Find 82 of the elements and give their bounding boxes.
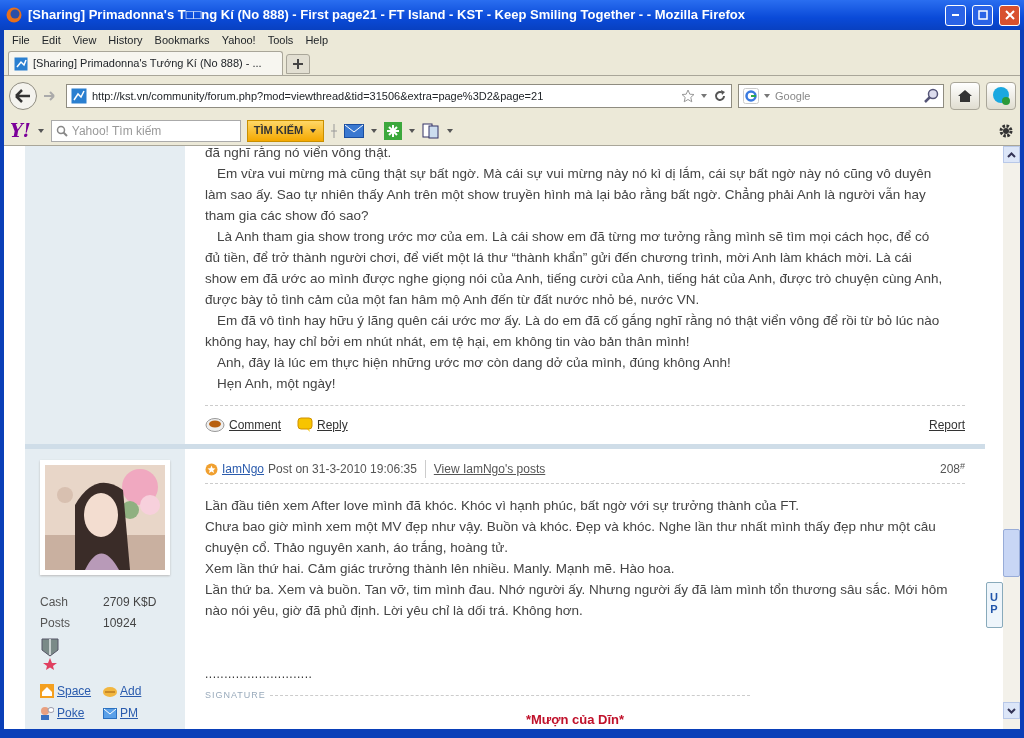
paragraph: Lần đầu tiên xem After love mình đã khóc. Khóc vì hạnh phúc, bất ngờ với sự trưởng thành của FT. [205, 497, 799, 515]
report-link[interactable]: Report [928, 416, 965, 434]
maximize-icon [977, 10, 988, 20]
profile-link[interactable]: Add [103, 682, 170, 700]
minimize-button[interactable] [945, 4, 966, 26]
paragraph: Anh, đây là lúc em thực hiện những ước mơ còn dang dở của mình, đúng không Anh! [216, 354, 731, 372]
menu-item[interactable]: Tools [263, 31, 302, 49]
stat-label: Posts [40, 615, 71, 632]
reply-link[interactable]: Reply [297, 416, 348, 434]
signature-text: *Mượn của Dĩn* [524, 710, 626, 729]
profile-link[interactable]: Poke [40, 704, 103, 722]
document-icon[interactable] [422, 121, 441, 140]
mail-icon[interactable] [344, 122, 365, 139]
reload-icon[interactable] [713, 89, 727, 103]
paragraph: Em đã vô tình hay hữu ý lãng quên cái ước mơ ấy. Là do em đã cố gắng nghĩ rằng nó thật viển vông để rồi từ bỏ lúc nào không hay, hay chỉ bởi em nhút nhát, em tệ hại, em không tin vào bản thân mình! [205, 312, 940, 351]
envelope-icon [103, 706, 117, 720]
paragraph: Em vừa vui mừng mà cũng thật sự bất ngờ. Mà cái sự vui mừng này nó kì dị lắm, cái sự bất ngờ này nó cũng vô duyên làm sao ấy. Sao tự nhiên thấy Anh trên một show truyền hình mà lại bảo rằng bất ngờ. Chẳng phải Anh là người vẫn hay tham gia các show đó sao? [205, 165, 932, 225]
home-button[interactable] [950, 82, 980, 110]
plus-icon [293, 59, 303, 69]
stat-value: 10924 [103, 615, 138, 632]
speech-bubble-icon [297, 417, 313, 433]
search-icon[interactable] [923, 88, 939, 104]
person-icon [40, 706, 54, 720]
comment-link[interactable]: Comment [205, 416, 281, 434]
dropdown-icon[interactable] [36, 126, 45, 135]
search-field[interactable]: Google [738, 84, 944, 108]
paragraph: Chưa bao giờ mình xem một MV đẹp như vậy. Buồn và khóc. Đẹp và khóc. Nghe lần thư nhất mình thấy đẹp như một câu chuyện cổ. Thảo nguyên xanh, áo trắng, hoàng tử. [205, 518, 936, 557]
view-posts-link[interactable]: View IamNgo's posts [424, 460, 546, 478]
star-icon[interactable] [681, 89, 695, 103]
close-button[interactable] [999, 4, 1020, 26]
profile-link[interactable]: Space [40, 682, 103, 700]
vertical-scrollbar[interactable] [1003, 146, 1020, 729]
scroll-up-button[interactable]: UP [985, 582, 1003, 628]
grip-icon [330, 122, 339, 139]
dropdown-icon[interactable] [446, 126, 455, 135]
settings-icon[interactable] [998, 122, 1014, 139]
search-button[interactable]: TÌM KIẾM [246, 119, 325, 142]
window-title: [Sharing] Primadonna's T□□ng Kí (No 888) - First page21 - FT Island - KST - Keep Smiling Together - - Mozilla Firefox [28, 6, 746, 25]
house-icon [40, 684, 54, 698]
menu-item[interactable]: Edit [37, 31, 69, 49]
dropdown-icon[interactable] [408, 126, 417, 135]
paragraph: Là Anh tham gia show trong ước mơ của em. Là cái show em đã từng mơ tưởng rằng mình sẽ tìm mọi cách học, để có đủ tiền, để trở thành người chơi, để viết một lá thư “thành khẩn” gửi đến chương trình, mời Anh làm khách mời. Là cái show em đã ước ao mình được nghe giọng nói của Anh, tiếng cười của Anh, tiếng hát của Anh, được trò chuyện cùng Anh, được bày tỏ tình cảm của một fan hâm mộ Anh đến từ đất nước nhỏ bé, nước VN. [205, 228, 943, 309]
minimize-icon [952, 14, 959, 16]
page-icon [14, 56, 28, 71]
stat-label: Cash [40, 594, 69, 611]
menu-item[interactable]: History [104, 31, 151, 49]
author-link[interactable]: IamNgo [222, 460, 265, 478]
dropdown-icon[interactable] [700, 92, 708, 100]
menu-item[interactable]: Help [301, 31, 336, 49]
home-icon [957, 88, 973, 104]
page-icon [71, 88, 87, 104]
dropdown-icon[interactable] [370, 126, 379, 135]
new-tab-button[interactable] [286, 54, 310, 74]
star-badge-icon [205, 462, 218, 476]
paragraph: Xem lần thứ hai. Cảm giác trưởng thành lên nhiều. Manly. Mạnh mẽ. Hào hoa. [205, 560, 675, 578]
bowl-icon [205, 417, 225, 433]
browser-tab[interactable]: [Sharing] Primadonna's Tướng Kí (No 888) - ... [8, 51, 283, 75]
chevron-down-icon [1007, 707, 1016, 714]
menu-item[interactable]: Yahoo! [217, 31, 264, 49]
dotted-line-text: ............................ [205, 666, 314, 683]
address-field[interactable]: http://kst.vn/community/forum.php?mod=viewthread&tid=31506&extra=page%3D2&page=21 [66, 84, 732, 108]
menu-item[interactable]: Bookmarks [150, 31, 218, 49]
chevron-up-icon [1007, 151, 1016, 158]
dropdown-icon [309, 126, 318, 135]
stat-value: 2709 K$D [103, 594, 158, 611]
asterisk-icon[interactable] [384, 121, 403, 140]
close-icon [1004, 10, 1015, 20]
post-number: 208$^{#}$ [939, 460, 965, 478]
scrollbar-thumb[interactable] [1003, 529, 1020, 577]
menu-item[interactable]: View [68, 31, 105, 49]
paragraph: đã nghĩ rằng nó viển vông thật. [205, 146, 392, 162]
signature-label: SIGNATURE [205, 689, 266, 702]
maximize-button[interactable] [972, 4, 993, 26]
menu-item[interactable]: File [8, 31, 38, 49]
paragraph: Hẹn Anh, một ngày! [216, 375, 336, 393]
medal-icon [40, 638, 60, 670]
paragraph: Lần thứ ba. Xem và buồn. Tan vỡ, tim mình đau. Nhớ người ấy. Nhưng người ấy đã làm mình tổn thương sâu sắc. Mới hôm nào nói yêu, giờ đã phủ định. Lời yêu chỉ là dối trá. Không hơn. [205, 581, 948, 620]
dropdown-icon [763, 92, 771, 100]
post-date: Post on 31-3-2010 19:06:35 [268, 461, 417, 478]
search-icon [55, 124, 68, 137]
profile-link[interactable]: PM [103, 704, 170, 722]
yahoo-logo[interactable]: Y! [10, 121, 31, 140]
